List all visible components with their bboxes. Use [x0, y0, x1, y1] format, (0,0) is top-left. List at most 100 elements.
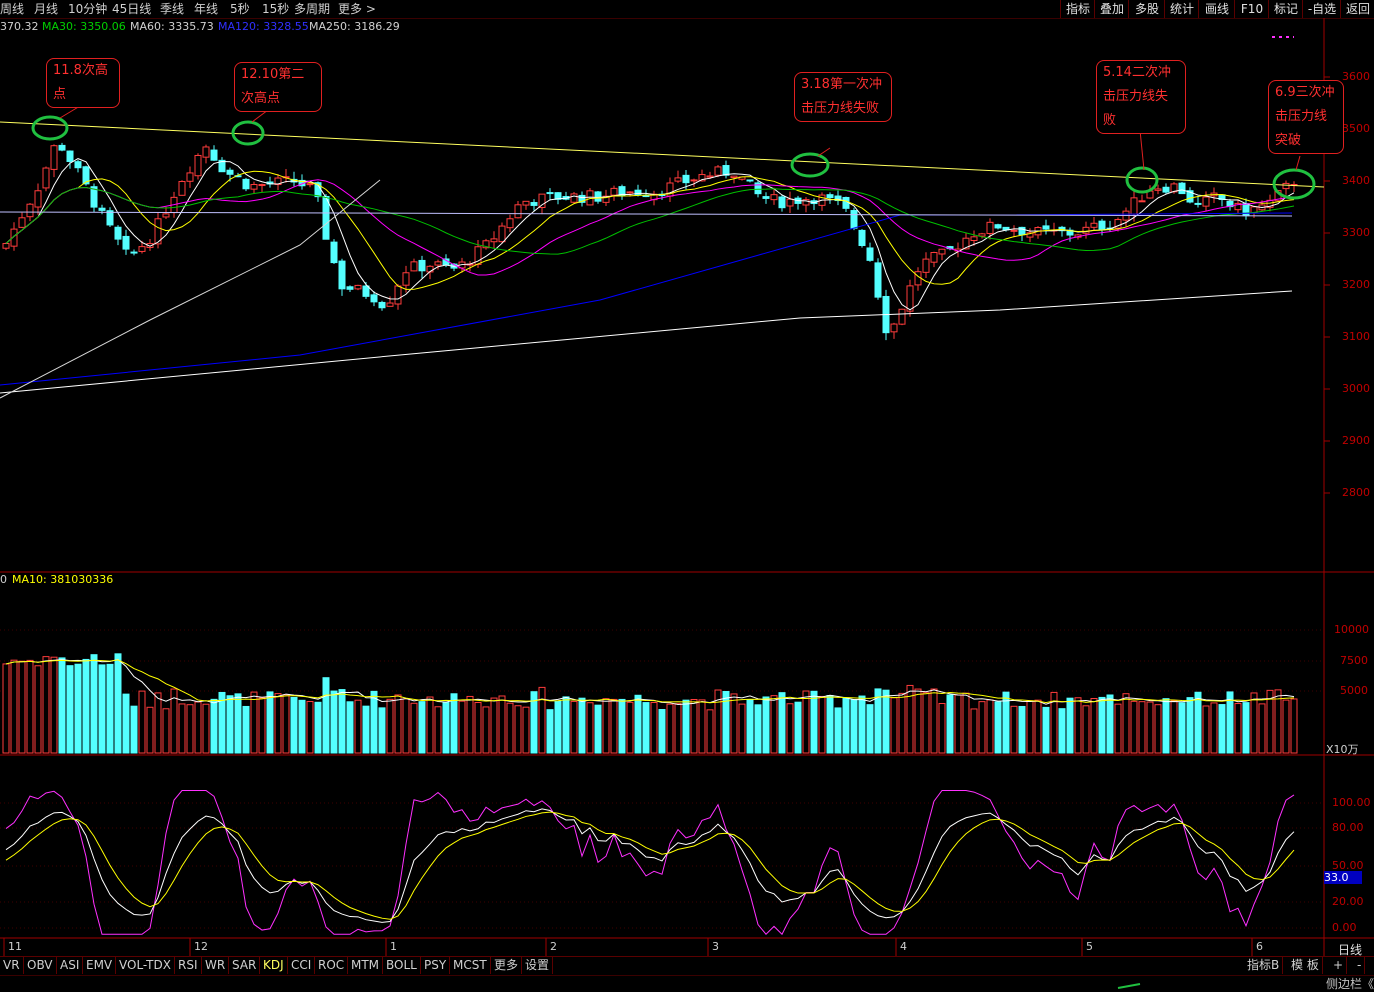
candle-body [186, 172, 194, 182]
volume-bar [930, 688, 938, 754]
volume-bar [594, 704, 602, 754]
candle-body [1090, 222, 1098, 228]
month-label-4: 3 [712, 940, 719, 953]
volume-bar [322, 677, 330, 754]
kdj-value-badge: 33.0 [1324, 871, 1362, 884]
candle-body [402, 272, 410, 286]
indicator-tab-mcst[interactable]: MCST [450, 956, 491, 974]
volume-bar [1210, 702, 1218, 754]
indicator-tab-设置[interactable]: 设置 [522, 956, 554, 974]
candle-body [858, 229, 866, 246]
candle-body [994, 224, 1002, 229]
volume-bar [146, 706, 154, 754]
indicator-tab-vol-tdx[interactable]: VOL-TDX [116, 956, 175, 974]
volume-bar [1042, 706, 1050, 754]
volume-bar [954, 694, 962, 754]
month-label-1: 12 [194, 940, 208, 953]
candle-body [498, 225, 506, 243]
zoom-in-button[interactable]: + [1330, 956, 1348, 974]
volume-bar [154, 692, 162, 754]
volume-bar [26, 659, 34, 754]
price-tick-7: 2900 [1342, 434, 1370, 447]
candle-body [1098, 220, 1106, 231]
volume-bar [450, 693, 458, 754]
volume-bar [1106, 694, 1114, 754]
candle-body [570, 193, 578, 203]
volume-bar [82, 658, 90, 754]
template-indicator-b[interactable]: 指标B [1244, 956, 1284, 974]
highlight-circle-2 [790, 152, 830, 178]
candle-body [354, 284, 362, 290]
sidebar-toggle[interactable]: 侧边栏《 [1326, 975, 1374, 992]
volume-bar [586, 702, 594, 754]
volume-bar [410, 702, 418, 754]
volume-bar [490, 697, 498, 754]
chart-canvas[interactable] [0, 0, 1374, 990]
indicator-tab-更多[interactable]: 更多 [491, 956, 523, 974]
candle-body [18, 217, 26, 228]
month-label-6: 5 [1086, 940, 1093, 953]
indicator-tab-wr[interactable]: WR [202, 956, 230, 974]
volume-bar [282, 694, 290, 754]
candle-body [522, 200, 530, 206]
ma10-line [5, 170, 1295, 290]
zoom-out-button[interactable]: - [1354, 956, 1366, 974]
volume-bar [498, 695, 506, 754]
candle-body [370, 294, 378, 303]
candle-body [930, 252, 938, 263]
volume-bar [66, 665, 74, 754]
candle-body [322, 195, 330, 240]
candle-body [618, 186, 626, 196]
template-button[interactable]: 模 板 [1288, 956, 1323, 974]
candle-body [682, 174, 690, 184]
candle-body [1130, 197, 1138, 215]
volume-bar [618, 698, 626, 754]
candle-body [706, 175, 714, 178]
volume-bar [1122, 693, 1130, 754]
candle-body [178, 181, 186, 196]
indicator-tab-mtm[interactable]: MTM [348, 956, 384, 974]
candle-body [746, 179, 754, 182]
candle-body [58, 144, 66, 151]
volume-bar [162, 708, 170, 754]
indicator-tab-roc[interactable]: ROC [315, 956, 349, 974]
volume-bar [634, 694, 642, 754]
volume-bar [538, 686, 546, 754]
volume-bar [34, 665, 42, 754]
candle-body [346, 286, 354, 290]
candle-body [226, 169, 234, 175]
volume-bar [74, 663, 82, 754]
callout-fail-1: 3.18第一次冲击压力线失败 [794, 72, 892, 122]
volume-bar [434, 706, 442, 754]
volume-bar [698, 699, 706, 754]
indicator-tab-asi[interactable]: ASI [57, 956, 84, 974]
indicator-tab-boll[interactable]: BOLL [383, 956, 421, 974]
candle-body [394, 285, 402, 305]
volume-bar [690, 698, 698, 754]
candle-body [386, 302, 394, 307]
volume-bar [330, 690, 338, 754]
candle-body [210, 149, 218, 161]
volume-bar [466, 695, 474, 754]
indicator-tab-cci[interactable]: CCI [288, 956, 316, 974]
volume-bar [1186, 697, 1194, 754]
volume-bar [258, 697, 266, 754]
indicator-tab-rsi[interactable]: RSI [175, 956, 202, 974]
candle-body [674, 177, 682, 182]
indicator-tab-kdj[interactable]: KDJ [260, 956, 288, 974]
volume-bar [442, 701, 450, 754]
volume-bar [1018, 705, 1026, 754]
volume-bar [50, 656, 58, 754]
candle-body [714, 166, 722, 176]
volume-bar [362, 705, 370, 754]
indicator-tab-psy[interactable]: PSY [421, 956, 451, 974]
volume-bar [274, 693, 282, 754]
volume-bar [10, 659, 18, 754]
volume-bar [18, 660, 26, 754]
volume-bar [306, 701, 314, 754]
indicator-tab-obv[interactable]: OBV [24, 956, 57, 974]
indicator-tab-vr[interactable]: VR [0, 956, 24, 974]
indicator-tab-sar[interactable]: SAR [229, 956, 261, 974]
candle-body [594, 191, 602, 202]
indicator-tab-emv[interactable]: EMV [83, 956, 117, 974]
